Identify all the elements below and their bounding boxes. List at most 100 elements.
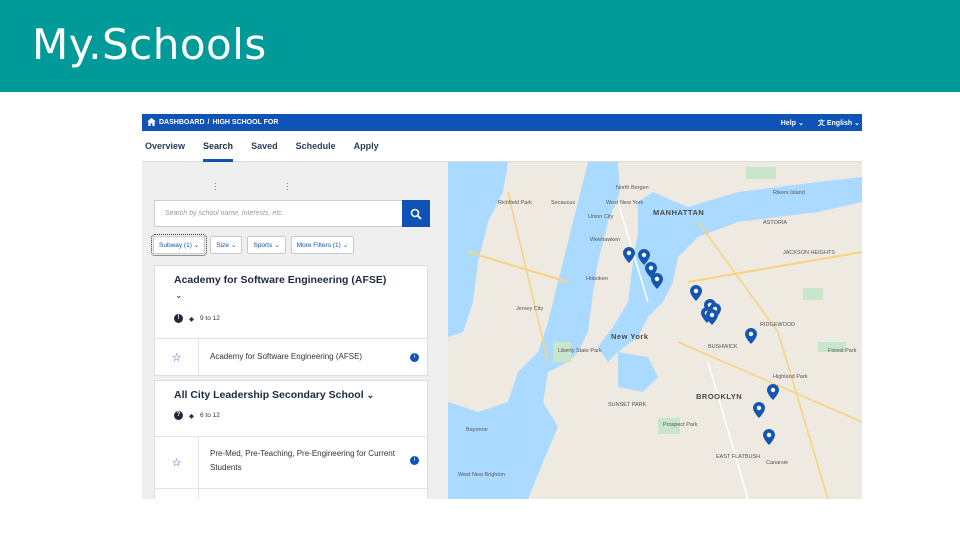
map-label: ASTORIA xyxy=(763,220,788,226)
tab-search[interactable]: Search xyxy=(203,131,234,162)
language-label: English xyxy=(826,119,853,127)
map-label: MANHATTAN xyxy=(653,208,705,217)
map-label: New York xyxy=(611,332,649,341)
slide-header: My.Schools xyxy=(0,0,960,92)
map-label: Hoboken xyxy=(586,276,609,282)
map-pin-icon[interactable] xyxy=(651,273,663,289)
info-icon: ! xyxy=(174,314,183,323)
map-label: Bayonne xyxy=(466,427,488,433)
language-menu[interactable]: ⽂ English ⌄ xyxy=(818,118,860,128)
tab-schedule[interactable]: Schedule xyxy=(296,131,336,161)
search-icon xyxy=(410,208,422,220)
filter-size-label: Size xyxy=(216,241,229,249)
home-icon[interactable] xyxy=(147,118,156,126)
info-icon[interactable]: i xyxy=(410,456,419,465)
map-label: West New York xyxy=(606,200,644,206)
help-label: Help xyxy=(780,119,796,127)
map-pin-icon[interactable] xyxy=(706,309,718,325)
program-name[interactable]: Pre-Med, Pre-Teaching, Pre-Engineering f… xyxy=(210,447,415,475)
topbar-actions: Help ⌄ ⽂ English ⌄ xyxy=(781,118,860,128)
translate-icon: ⽂ xyxy=(817,120,825,127)
info-icon: ? xyxy=(174,411,183,420)
school-name[interactable]: All City Leadership Secondary School ⌄ xyxy=(174,389,374,401)
school-card[interactable]: Academy for Software Engineering (AFSE) … xyxy=(154,265,429,376)
map-label: Rikers Island xyxy=(773,190,805,196)
school-name[interactable]: Academy for Software Engineering (AFSE) xyxy=(174,274,386,286)
chevron-down-icon[interactable]: ⌄ xyxy=(175,290,183,301)
map-label: BROOKLYN xyxy=(696,392,743,401)
program-row: ☆ Pre-Med, Pre-Teaching, Pre-Engineering… xyxy=(155,436,429,488)
breadcrumb-dashboard[interactable]: DASHBOARD xyxy=(159,119,205,126)
drag-handle[interactable]: · · · xyxy=(214,180,217,194)
filter-bar: Subway (1) ⌄ Size ⌄ Sports ⌄ More Filters (… xyxy=(150,234,355,256)
map-pin-icon[interactable] xyxy=(763,429,775,445)
tab-overview[interactable]: Overview xyxy=(145,131,185,161)
map-label: Weehawken xyxy=(590,237,621,243)
map-label: RIDGEWOOD xyxy=(760,322,796,328)
grade-range: ! ◆ 9 to 12 xyxy=(174,314,220,323)
map-label: Canarsie xyxy=(766,460,789,466)
info-icon[interactable]: i xyxy=(410,353,419,362)
map-label: SUNSET PARK xyxy=(608,402,647,408)
map-pin-icon[interactable] xyxy=(753,402,765,418)
chevron-down-icon: ⌄ xyxy=(274,242,280,249)
map-label: EAST FLATBUSH xyxy=(716,454,761,460)
search-placeholder: Search by school name, interests, etc. xyxy=(165,210,284,217)
breadcrumb-separator: / xyxy=(207,118,210,126)
filter-more[interactable]: More Filters (1) ⌄ xyxy=(290,236,355,254)
tab-saved[interactable]: Saved xyxy=(251,131,278,161)
map-pin-icon[interactable] xyxy=(690,285,702,301)
chevron-down-icon: ⌄ xyxy=(854,120,860,127)
filter-subway-label: Subway (1) xyxy=(159,241,192,249)
program-row xyxy=(155,488,429,499)
breadcrumb-current: HIGH SCHOOL FOR xyxy=(212,118,279,126)
save-star-icon[interactable] xyxy=(155,489,199,499)
chevron-down-icon[interactable]: ⌄ xyxy=(367,390,375,401)
search-panel: · · · · · · Search by school name, interests… xyxy=(142,162,448,499)
chevron-down-icon: ⌄ xyxy=(230,242,237,249)
map-pin-icon[interactable] xyxy=(767,384,779,400)
map-label: Forest Park xyxy=(828,348,857,354)
grades-icon: ◆ xyxy=(189,315,194,323)
app-screenshot: DASHBOARD / HIGH SCHOOL FOR Help ⌄ ⽂ Eng… xyxy=(142,114,862,499)
nav-tabs: Overview Search Saved Schedule Apply xyxy=(142,131,862,162)
filter-size[interactable]: Size ⌄ xyxy=(210,236,243,254)
chevron-down-icon: ⌄ xyxy=(342,242,349,249)
search-button[interactable] xyxy=(402,200,430,227)
map-pin-icon[interactable] xyxy=(623,247,635,263)
school-name-text: All City Leadership Secondary School xyxy=(174,389,364,401)
map-label: Liberty State Park xyxy=(558,348,602,354)
save-star-icon[interactable]: ☆ xyxy=(155,339,199,376)
grades-icon: ◆ xyxy=(189,412,194,420)
map-label: West New Brighton xyxy=(458,472,505,478)
filter-sports[interactable]: Sports ⌄ xyxy=(247,236,286,254)
map-label: Union City xyxy=(588,214,614,220)
map-label: Secaucus xyxy=(551,200,576,206)
filter-subway[interactable]: Subway (1) ⌄ xyxy=(150,234,208,256)
slide-title: My.Schools xyxy=(32,20,267,69)
help-menu[interactable]: Help ⌄ xyxy=(781,118,804,128)
top-bar: DASHBOARD / HIGH SCHOOL FOR Help ⌄ ⽂ Eng… xyxy=(142,114,862,131)
program-row: ☆ Academy for Software Engineering (AFSE… xyxy=(155,338,429,376)
chevron-down-icon: ⌄ xyxy=(193,242,200,249)
save-star-icon[interactable]: ☆ xyxy=(155,437,199,488)
map-pin-icon[interactable] xyxy=(745,328,757,344)
map-label: Prospect Park xyxy=(663,422,698,428)
school-card[interactable]: All City Leadership Secondary School ⌄ ?… xyxy=(154,380,429,499)
map-label: Richfield Park xyxy=(498,200,532,206)
tab-apply[interactable]: Apply xyxy=(354,131,379,161)
map-label: JACKSON HEIGHTS xyxy=(783,250,835,256)
map-label: North Bergen xyxy=(616,185,649,191)
map-label: BUSHWICK xyxy=(708,344,738,350)
drag-handle[interactable]: · · · xyxy=(286,180,289,194)
map-label: Highland Park xyxy=(773,374,808,380)
filter-more-label: More Filters (1) xyxy=(296,241,341,249)
chevron-down-icon: ⌄ xyxy=(797,120,804,127)
search-input[interactable]: Search by school name, interests, etc. xyxy=(154,200,402,227)
breadcrumb: DASHBOARD / HIGH SCHOOL FOR xyxy=(147,118,278,126)
map[interactable]: North Bergen Secaucus West New York Unio… xyxy=(448,162,862,499)
grade-range: ? ◆ 6 to 12 xyxy=(174,411,220,420)
program-name[interactable]: Academy for Software Engineering (AFSE) xyxy=(210,350,362,364)
grades-text: 9 to 12 xyxy=(200,315,220,322)
map-label: Jersey City xyxy=(516,306,544,312)
